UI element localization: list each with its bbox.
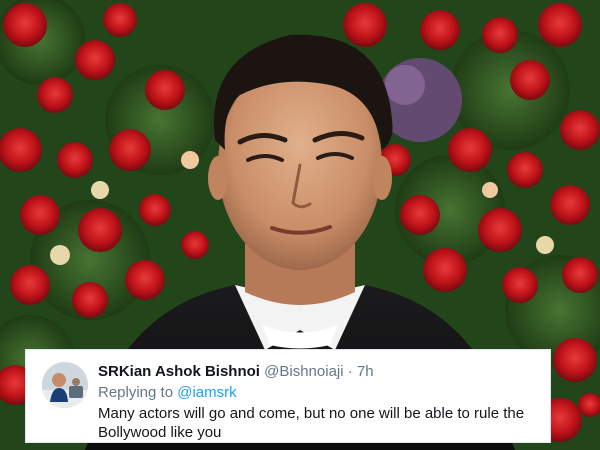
avatar[interactable] (42, 362, 88, 408)
user-handle[interactable]: @Bishnoiaji (264, 363, 343, 380)
tweet-card[interactable]: SRKian Ashok Bishnoi @Bishnoiaji · 7h Re… (25, 349, 551, 443)
avatar-photo-icon (42, 362, 88, 408)
replying-to-label: Replying to (98, 384, 174, 401)
tweet-text: Many actors will go and come, but no one… (98, 405, 525, 441)
display-name[interactable]: SRKian Ashok Bishnoi (98, 363, 260, 380)
replying-to: Replying to @iamsrk (98, 383, 538, 402)
replying-to-mention[interactable]: @iamsrk (177, 384, 236, 401)
tweet-time[interactable]: 7h (357, 363, 374, 380)
separator-dot: · (347, 363, 353, 380)
screenshot: SRKian Ashok Bishnoi @Bishnoiaji · 7h Re… (0, 0, 600, 450)
